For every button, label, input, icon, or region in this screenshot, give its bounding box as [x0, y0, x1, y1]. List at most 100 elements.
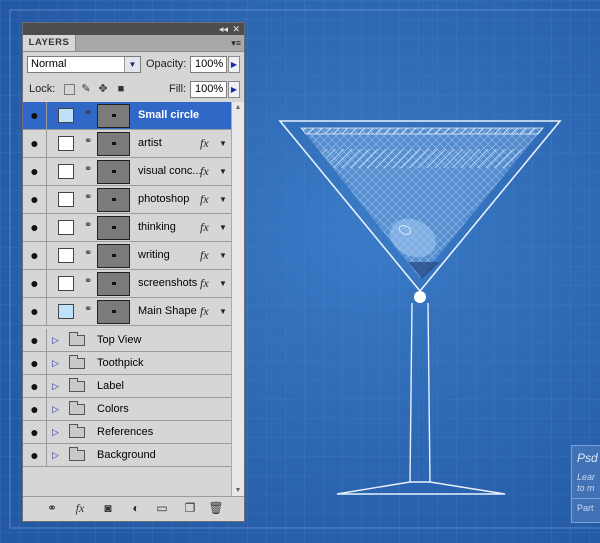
- fx-icon[interactable]: fx: [71, 497, 89, 519]
- layer-name[interactable]: screenshots: [138, 270, 197, 297]
- tab-layers[interactable]: LAYERS: [23, 35, 76, 51]
- fx-badge-icon[interactable]: fx: [200, 130, 209, 157]
- layer-mask-thumbnail[interactable]: [58, 304, 74, 319]
- layer-group-row[interactable]: ● ▷ Toothpick: [23, 352, 231, 375]
- chevron-down-icon[interactable]: ▼: [219, 130, 227, 157]
- layer-name[interactable]: artist: [138, 130, 162, 157]
- layer-thumbnail[interactable]: [97, 160, 130, 184]
- eye-icon[interactable]: ●: [23, 298, 47, 325]
- expand-triangle-icon[interactable]: ▷: [52, 444, 59, 466]
- layer-thumbnail[interactable]: [97, 188, 130, 212]
- layer-row[interactable]: ● ⚭ artist fx ▼: [23, 130, 231, 158]
- eye-icon[interactable]: ●: [23, 158, 47, 185]
- expand-triangle-icon[interactable]: ▷: [52, 398, 59, 420]
- chain-link-icon[interactable]: ⚭: [84, 164, 92, 175]
- layer-thumbnail[interactable]: [97, 216, 130, 240]
- expand-triangle-icon[interactable]: ▷: [52, 375, 59, 397]
- link-icon[interactable]: ⚭: [43, 497, 61, 519]
- layer-name[interactable]: Small circle: [138, 102, 199, 129]
- eye-icon[interactable]: ●: [23, 421, 47, 443]
- chain-link-icon[interactable]: ⚭: [84, 136, 92, 147]
- fx-badge-icon[interactable]: fx: [200, 298, 209, 325]
- layer-mask-thumbnail[interactable]: [58, 108, 74, 123]
- adjustment-icon[interactable]: ◐: [127, 497, 145, 519]
- layer-row[interactable]: ● ⚭ screenshots fx ▼: [23, 270, 231, 298]
- lock-position-icon[interactable]: ✥: [97, 83, 109, 95]
- group-name[interactable]: Colors: [97, 398, 129, 420]
- group-name[interactable]: Label: [97, 375, 124, 397]
- layer-row[interactable]: ● ⚭ thinking fx ▼: [23, 214, 231, 242]
- expand-triangle-icon[interactable]: ▷: [52, 421, 59, 443]
- layer-group-row[interactable]: ● ▷ Top View: [23, 329, 231, 352]
- layer-mask-thumbnail[interactable]: [58, 248, 74, 263]
- eye-icon[interactable]: ●: [23, 398, 47, 420]
- layer-name[interactable]: visual conc...: [138, 158, 202, 185]
- opacity-stepper[interactable]: ▶: [228, 56, 240, 73]
- layer-mask-thumbnail[interactable]: [58, 164, 74, 179]
- group-name[interactable]: Top View: [97, 329, 141, 351]
- chevron-down-icon[interactable]: ▼: [219, 158, 227, 185]
- chevron-down-icon[interactable]: ▼: [219, 298, 227, 325]
- eye-icon[interactable]: ●: [23, 270, 47, 297]
- layer-mask-thumbnail[interactable]: [58, 192, 74, 207]
- chain-link-icon[interactable]: ⚭: [84, 304, 92, 315]
- eye-icon[interactable]: ●: [23, 102, 47, 129]
- layer-thumbnail[interactable]: [97, 300, 130, 324]
- fx-badge-icon[interactable]: fx: [200, 214, 209, 241]
- group-name[interactable]: References: [97, 421, 153, 443]
- layers-scrollbar[interactable]: ▲ ▼: [231, 102, 244, 497]
- layer-name[interactable]: writing: [138, 242, 170, 269]
- collapse-panel-icon[interactable]: ◂◂: [219, 23, 228, 35]
- eye-icon[interactable]: ●: [23, 352, 47, 374]
- layer-row[interactable]: ● ⚭ Main Shape fx ▼: [23, 298, 231, 326]
- chevron-down-icon[interactable]: ▼: [219, 214, 227, 241]
- chain-link-icon[interactable]: ⚭: [84, 192, 92, 203]
- opacity-field[interactable]: 100%: [190, 56, 227, 73]
- mask-icon[interactable]: ◙: [99, 497, 117, 519]
- eye-icon[interactable]: ●: [23, 242, 47, 269]
- layer-thumbnail[interactable]: [97, 104, 130, 128]
- fx-badge-icon[interactable]: fx: [200, 186, 209, 213]
- layer-mask-thumbnail[interactable]: [58, 136, 74, 151]
- expand-triangle-icon[interactable]: ▷: [52, 329, 59, 351]
- layer-name[interactable]: photoshop: [138, 186, 189, 213]
- chain-link-icon[interactable]: ⚭: [84, 108, 92, 119]
- layer-thumbnail[interactable]: [97, 272, 130, 296]
- chevron-down-icon[interactable]: ▼: [219, 186, 227, 213]
- fx-badge-icon[interactable]: fx: [200, 242, 209, 269]
- lock-image-pixels-icon[interactable]: ✎: [80, 83, 92, 95]
- layer-thumbnail[interactable]: [97, 132, 130, 156]
- layer-group-row[interactable]: ● ▷ References: [23, 421, 231, 444]
- folder-icon[interactable]: ▭: [153, 497, 171, 519]
- eye-icon[interactable]: ●: [23, 186, 47, 213]
- layer-name[interactable]: Main Shape: [138, 298, 197, 325]
- chevron-down-icon[interactable]: ▼: [124, 57, 140, 72]
- trash-icon[interactable]: 🗑: [207, 497, 225, 519]
- layer-row[interactable]: ● ⚭ visual conc... fx ▼: [23, 158, 231, 186]
- close-panel-icon[interactable]: ✕: [232, 23, 240, 35]
- fill-stepper[interactable]: ▶: [228, 81, 240, 98]
- group-name[interactable]: Toothpick: [97, 352, 143, 374]
- chain-link-icon[interactable]: ⚭: [84, 276, 92, 287]
- layer-group-row[interactable]: ● ▷ Background: [23, 444, 231, 467]
- fill-field[interactable]: 100%: [190, 81, 227, 98]
- layer-mask-thumbnail[interactable]: [58, 276, 74, 291]
- layer-row[interactable]: ● ⚭ writing fx ▼: [23, 242, 231, 270]
- chain-link-icon[interactable]: ⚭: [84, 220, 92, 231]
- eye-icon[interactable]: ●: [23, 444, 47, 466]
- new-layer-icon[interactable]: ❐: [181, 497, 199, 519]
- scroll-up-icon[interactable]: ▲: [232, 102, 244, 114]
- chevron-down-icon[interactable]: ▼: [219, 270, 227, 297]
- chevron-down-icon[interactable]: ▼: [219, 242, 227, 269]
- expand-triangle-icon[interactable]: ▷: [52, 352, 59, 374]
- eye-icon[interactable]: ●: [23, 375, 47, 397]
- fx-badge-icon[interactable]: fx: [200, 158, 209, 185]
- layer-name[interactable]: thinking: [138, 214, 176, 241]
- group-name[interactable]: Background: [97, 444, 156, 466]
- layer-mask-thumbnail[interactable]: [58, 220, 74, 235]
- layer-group-row[interactable]: ● ▷ Colors: [23, 398, 231, 421]
- eye-icon[interactable]: ●: [23, 329, 47, 351]
- layer-group-row[interactable]: ● ▷ Label: [23, 375, 231, 398]
- eye-icon[interactable]: ●: [23, 214, 47, 241]
- eye-icon[interactable]: ●: [23, 130, 47, 157]
